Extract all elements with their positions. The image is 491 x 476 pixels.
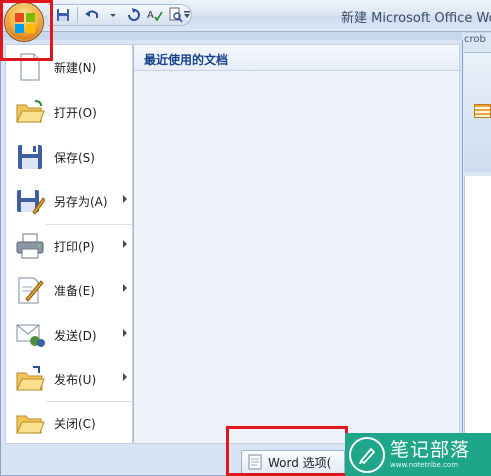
pen-logo-icon <box>349 436 385 473</box>
highlight-office-button <box>0 0 53 61</box>
menu-item-label: 另存为(A) <box>54 194 108 209</box>
menu-item-label: 准备(E) <box>54 283 95 298</box>
submenu-arrow-icon <box>123 329 127 337</box>
qat-separator <box>77 7 78 23</box>
submenu-arrow-icon <box>123 240 127 248</box>
open-folder-icon <box>12 95 48 129</box>
window-title: 新建 Microsoft Office Wo <box>341 11 491 26</box>
recent-documents-panel: 最近使用的文档 <box>133 44 460 444</box>
redo-icon[interactable] <box>125 6 143 24</box>
watermark: 笔记部落 www.notetribe.com <box>345 433 491 476</box>
office-menu: 新建(N) 打开(O) 保存(S) 另存为(A) 打印(P) 准备(E) 发送(… <box>0 40 463 476</box>
menu-item-close[interactable]: 关闭(C) <box>6 403 133 443</box>
menu-item-save-as[interactable]: 另存为(A) <box>6 181 133 221</box>
save-disk-icon <box>12 140 48 174</box>
quick-access-toolbar: A <box>48 4 192 26</box>
submenu-arrow-icon <box>123 284 127 292</box>
svg-text:A: A <box>147 10 154 21</box>
undo-dropdown-icon[interactable] <box>104 6 122 24</box>
menu-item-save[interactable]: 保存(S) <box>6 137 133 177</box>
background-align-icon <box>474 104 491 118</box>
highlight-word-options <box>226 426 348 476</box>
send-icon <box>12 318 48 352</box>
spelling-icon[interactable]: A <box>146 6 164 24</box>
publish-icon <box>12 362 48 396</box>
save-as-icon <box>12 184 48 218</box>
watermark-url: www.notetribe.com <box>390 461 459 469</box>
close-folder-icon <box>12 406 48 440</box>
menu-item-label: 发布(U) <box>54 372 97 387</box>
menu-item-label: 打开(O) <box>54 105 97 120</box>
menu-item-label: 发送(D) <box>54 328 97 343</box>
save-icon[interactable] <box>54 6 72 24</box>
menu-separator <box>46 401 132 402</box>
submenu-arrow-icon <box>123 373 127 381</box>
menu-item-send[interactable]: 发送(D) <box>6 315 133 355</box>
undo-icon[interactable] <box>83 6 101 24</box>
menu-item-label: 保存(S) <box>54 150 95 165</box>
prepare-icon <box>12 273 48 307</box>
watermark-title: 笔记部落 <box>390 439 471 461</box>
title-bar: A 新建 Microsoft Office Wo <box>0 0 491 32</box>
customize-qat-icon[interactable] <box>182 8 192 22</box>
printer-icon <box>12 229 48 263</box>
menu-item-print[interactable]: 打印(P) <box>6 226 133 266</box>
menu-item-prepare[interactable]: 准备(E) <box>6 270 133 310</box>
menu-item-label: 新建(N) <box>54 60 97 75</box>
menu-item-open[interactable]: 打开(O) <box>6 92 133 132</box>
menu-item-label: 关闭(C) <box>54 416 96 431</box>
background-document <box>464 176 491 476</box>
menu-commands-panel: 新建(N) 打开(O) 保存(S) 另存为(A) 打印(P) 准备(E) 发送(… <box>5 44 133 444</box>
recent-documents-header: 最近使用的文档 <box>134 45 459 71</box>
menu-item-publish[interactable]: 发布(U) <box>6 359 133 399</box>
menu-item-label: 打印(P) <box>54 239 95 254</box>
menu-separator <box>46 224 132 225</box>
submenu-arrow-icon <box>123 195 127 203</box>
background-tab-label: crob <box>464 34 486 45</box>
